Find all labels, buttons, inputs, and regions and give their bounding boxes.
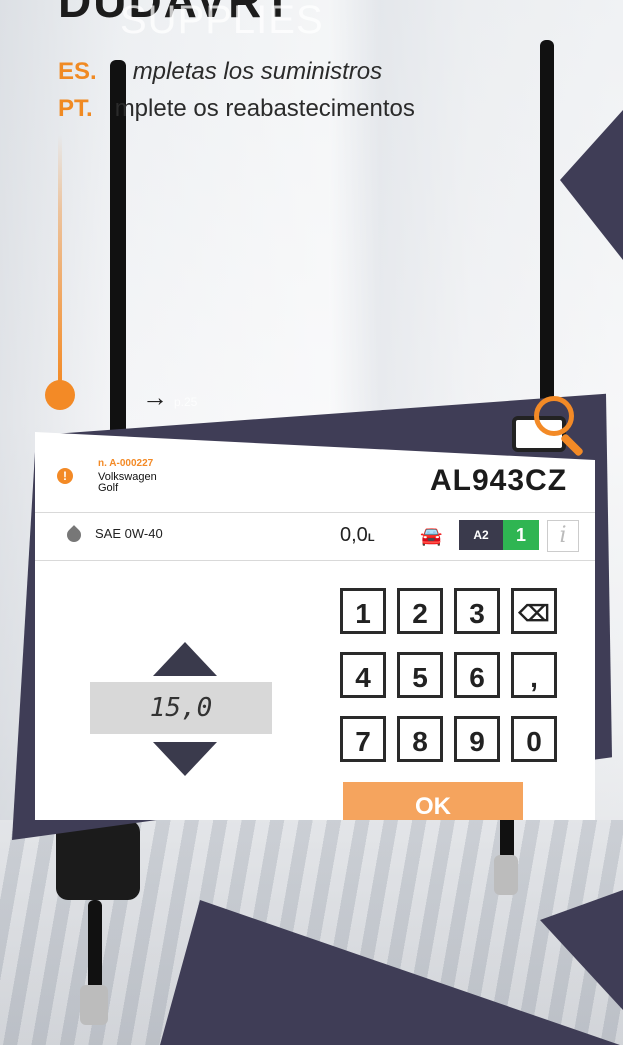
quantity-input[interactable]: 15,0: [90, 682, 272, 734]
quantity-display: 0,0L: [340, 524, 375, 547]
key-comma[interactable]: ,: [511, 652, 557, 698]
key-3[interactable]: 3: [454, 588, 500, 634]
quantity-value: 0,0: [340, 524, 368, 546]
oil-drop-icon: [64, 525, 84, 545]
next-page-label: p.25: [174, 395, 198, 409]
key-6[interactable]: 6: [454, 652, 500, 698]
key-8[interactable]: 8: [397, 716, 443, 762]
key-0[interactable]: 0: [511, 716, 557, 762]
ghost-title: SUPPLIES: [120, 0, 324, 42]
badge-a2[interactable]: A2: [459, 520, 503, 550]
car-lift-icon[interactable]: 🚘: [420, 526, 442, 547]
search-icon[interactable]: [534, 396, 574, 436]
info-button[interactable]: i: [547, 520, 579, 552]
decor-triangle-right: [560, 110, 623, 260]
quantity-unit: L: [367, 532, 375, 544]
key-2[interactable]: 2: [397, 588, 443, 634]
hose-tube-left: [88, 900, 102, 990]
increment-arrow-icon[interactable]: [153, 642, 217, 676]
oil-type: SAE 0W-40: [95, 526, 163, 541]
arrow-right-icon: →: [142, 382, 168, 412]
device-screen: ! n. A-000227 Volkswagen Golf AL943CZ SA…: [35, 432, 595, 820]
key-backspace[interactable]: ⌫: [511, 588, 557, 634]
subtitle-es: ES. mpletas los suministros: [58, 58, 382, 86]
key-1[interactable]: 1: [340, 588, 386, 634]
ok-button[interactable]: OK: [343, 782, 523, 820]
vehicle-info: Volkswagen Golf: [98, 472, 157, 494]
nozzle-tip-left: [80, 985, 108, 1025]
vehicle-model: Golf: [98, 482, 119, 494]
badge-count[interactable]: 1: [503, 520, 539, 550]
order-number: n. A-000227: [98, 458, 154, 469]
decor-triangle-bottom: [160, 890, 623, 1045]
decrement-arrow-icon[interactable]: [153, 742, 217, 776]
lang-code-pt: PT.: [58, 95, 93, 122]
license-plate: AL943CZ: [430, 464, 568, 497]
timeline-line: [58, 135, 62, 385]
key-5[interactable]: 5: [397, 652, 443, 698]
subtitle-pt: PT. mplete os reabastecimentos: [58, 95, 415, 123]
divider-top: [35, 512, 595, 513]
divider-mid: [35, 560, 595, 561]
lang-code-es: ES.: [58, 58, 97, 85]
subtitle-es-text: mpletas los suministros: [132, 58, 383, 85]
timeline-dot: [45, 380, 75, 410]
key-4[interactable]: 4: [340, 652, 386, 698]
key-9[interactable]: 9: [454, 716, 500, 762]
subtitle-pt-text: mplete os reabastecimentos: [114, 95, 415, 122]
warning-icon: !: [57, 468, 73, 484]
next-page-link[interactable]: → p.25: [142, 382, 197, 413]
key-7[interactable]: 7: [340, 716, 386, 762]
